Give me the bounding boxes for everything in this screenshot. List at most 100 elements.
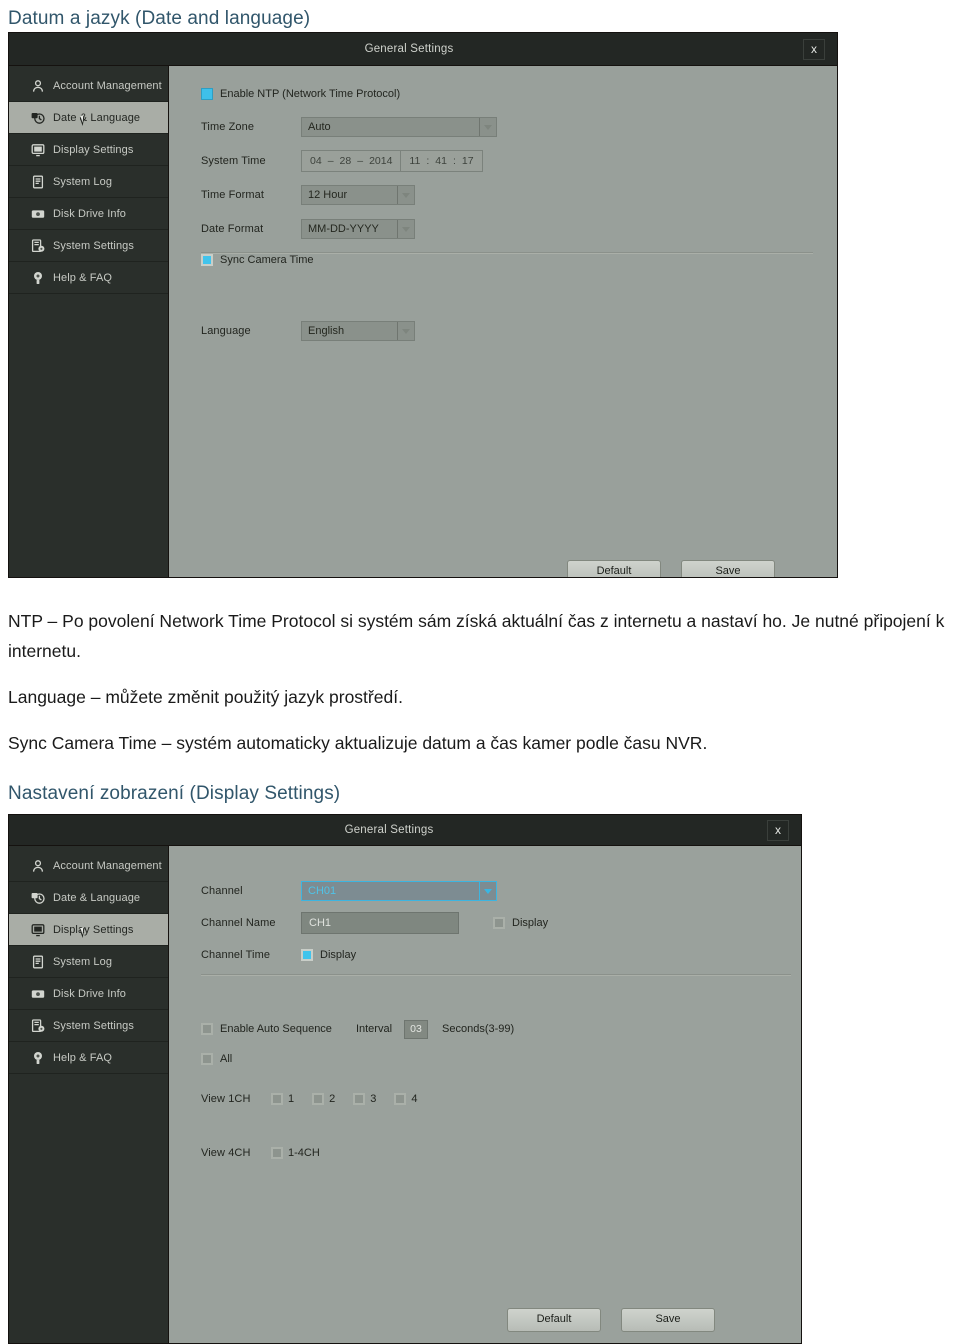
sidebar-item-date-language[interactable]: Date & Language xyxy=(9,882,168,914)
dialog2-sidebar: Account Management Date & Language Displ… xyxy=(9,846,169,1343)
view-1ch-checkbox-4[interactable] xyxy=(394,1093,407,1105)
channel-time-display-row: Display xyxy=(301,949,356,961)
paragraph-ntp: NTP – Po povolení Network Time Protocol … xyxy=(8,611,945,661)
time-format-value: 12 Hour xyxy=(308,189,348,201)
system-gear-icon xyxy=(31,238,45,253)
system-time-month: 04 xyxy=(310,155,322,167)
section-divider xyxy=(201,252,813,254)
chevron-down-icon xyxy=(479,882,496,900)
view-1ch-label-2: 2 xyxy=(329,1093,336,1105)
channel-time-display-label: Display xyxy=(320,949,357,961)
channel-name-label: Channel Name xyxy=(201,917,276,929)
paragraph-sync-camera-time: Sync Camera Time – systém automaticky ak… xyxy=(8,733,708,753)
default-button[interactable]: Default xyxy=(507,1308,601,1332)
view-4ch-checkbox[interactable] xyxy=(271,1147,283,1159)
section-divider xyxy=(201,974,791,976)
sidebar-item-label: Date & Language xyxy=(53,111,141,124)
monitor-icon xyxy=(31,143,45,157)
dialog2-titlebar: General Settings x xyxy=(9,815,801,846)
page-heading-date-language: Datum a jazyk (Date and language) xyxy=(8,8,311,29)
system-time-sep1: – xyxy=(327,155,334,167)
sidebar-item-display-settings[interactable]: Display Settings xyxy=(9,914,168,946)
sidebar-item-label: Disk Drive Info xyxy=(53,987,127,1000)
view-1ch-checkbox-1[interactable] xyxy=(271,1093,283,1105)
interval-label: Interval xyxy=(355,1023,393,1035)
sidebar-item-disk-drive-info[interactable]: Disk Drive Info xyxy=(9,198,168,230)
sidebar-item-label: System Settings xyxy=(53,239,134,252)
user-icon xyxy=(31,79,45,93)
sidebar-item-system-settings[interactable]: System Settings xyxy=(9,230,168,262)
sidebar-item-system-log[interactable]: System Log xyxy=(9,166,168,198)
chevron-down-icon xyxy=(397,220,414,238)
view-1ch-checkbox-3[interactable] xyxy=(353,1093,366,1105)
enable-auto-sequence-checkbox[interactable] xyxy=(201,1023,213,1035)
sidebar-item-help-faq[interactable]: Help & FAQ xyxy=(9,1042,168,1074)
system-time-colon2: : xyxy=(452,155,456,167)
channel-name-input[interactable]: CH1 xyxy=(301,912,459,934)
sidebar-item-date-language[interactable]: Date & Language xyxy=(9,102,168,134)
sidebar-item-label: System Settings xyxy=(53,1019,134,1032)
view-1ch-option-1[interactable]: 1 xyxy=(271,1093,294,1105)
time-format-label: Time Format xyxy=(201,189,265,201)
enable-auto-sequence-label: Enable Auto Sequence xyxy=(220,1023,332,1035)
paragraph-language: Language – můžete změnit použitý jazyk p… xyxy=(8,687,403,707)
system-time-field[interactable]: 04 – 28 – 2014 11 : 41 : 17 xyxy=(301,150,483,172)
save-button[interactable]: Save xyxy=(681,560,775,577)
language-select[interactable]: English xyxy=(301,321,415,341)
view-4ch-label: View 4CH xyxy=(201,1147,251,1159)
system-time-day: 28 xyxy=(339,155,352,167)
time-zone-label: Time Zone xyxy=(201,121,255,133)
channel-name-display-checkbox[interactable] xyxy=(493,917,505,929)
sidebar-item-help-faq[interactable]: Help & FAQ xyxy=(9,262,168,294)
system-time-sep2: – xyxy=(357,155,364,167)
sidebar-item-account-management[interactable]: Account Management xyxy=(9,70,168,102)
sidebar-item-label: Account Management xyxy=(53,859,162,872)
enable-ntp-label: Enable NTP (Network Time Protocol) xyxy=(220,88,401,100)
channel-time-display-checkbox[interactable] xyxy=(301,949,313,961)
system-gear-icon xyxy=(31,1018,45,1033)
all-label: All xyxy=(220,1053,233,1065)
time-zone-select[interactable]: Auto xyxy=(301,117,497,137)
chevron-down-icon xyxy=(397,322,414,340)
date-format-select[interactable]: MM-DD-YYYY xyxy=(301,219,415,239)
interval-input[interactable]: 03 xyxy=(404,1019,429,1039)
sidebar-item-disk-drive-info[interactable]: Disk Drive Info xyxy=(9,978,168,1010)
view-1ch-label: View 1CH xyxy=(201,1093,251,1105)
clock-icon xyxy=(31,111,45,125)
sync-camera-time-checkbox[interactable] xyxy=(201,254,213,266)
view-1ch-option-2[interactable]: 2 xyxy=(312,1093,335,1105)
sidebar-item-display-settings[interactable]: Display Settings xyxy=(9,134,168,166)
save-button[interactable]: Save xyxy=(621,1308,715,1332)
view-1ch-checkbox-2[interactable] xyxy=(312,1093,325,1105)
user-icon xyxy=(31,859,45,873)
page-heading-display-settings: Nastavení zobrazení (Display Settings) xyxy=(8,783,341,804)
system-date-part[interactable]: 04 – 28 – 2014 xyxy=(302,151,400,171)
sidebar-item-system-settings[interactable]: System Settings xyxy=(9,1010,168,1042)
close-icon[interactable]: x xyxy=(803,39,825,60)
close-icon[interactable]: x xyxy=(767,820,789,841)
enable-auto-sequence-row: Enable Auto Sequence xyxy=(201,1023,332,1035)
default-button[interactable]: Default xyxy=(567,560,661,577)
time-zone-value: Auto xyxy=(308,121,331,133)
log-icon xyxy=(31,955,45,969)
system-time-label: System Time xyxy=(201,155,266,167)
sidebar-item-account-management[interactable]: Account Management xyxy=(9,850,168,882)
view-1ch-option-4[interactable]: 4 xyxy=(394,1093,418,1105)
time-format-select[interactable]: 12 Hour xyxy=(301,185,415,205)
all-checkbox[interactable] xyxy=(201,1053,213,1065)
sidebar-item-system-log[interactable]: System Log xyxy=(9,946,168,978)
nvr-screenshot-display-settings: General Settings x Account Management Da… xyxy=(8,814,802,1344)
disk-icon xyxy=(31,987,45,1001)
view-1ch-option-3[interactable]: 3 xyxy=(353,1093,376,1105)
chevron-down-icon xyxy=(397,186,414,204)
view-4ch-option[interactable]: 1-4CH xyxy=(271,1147,320,1159)
system-time-year: 2014 xyxy=(369,155,393,167)
system-clock-part[interactable]: 11 : 41 : 17 xyxy=(400,151,481,171)
help-bulb-icon xyxy=(31,271,45,285)
dialog2-content: Channel CH01 Channel Name CH1 Display Ch… xyxy=(169,846,801,1343)
sidebar-item-label: Disk Drive Info xyxy=(53,207,127,220)
system-time-minute: 41 xyxy=(435,155,447,167)
channel-select[interactable]: CH01 xyxy=(301,881,497,901)
sidebar-item-label: Account Management xyxy=(53,79,162,92)
enable-ntp-checkbox[interactable] xyxy=(201,88,213,100)
